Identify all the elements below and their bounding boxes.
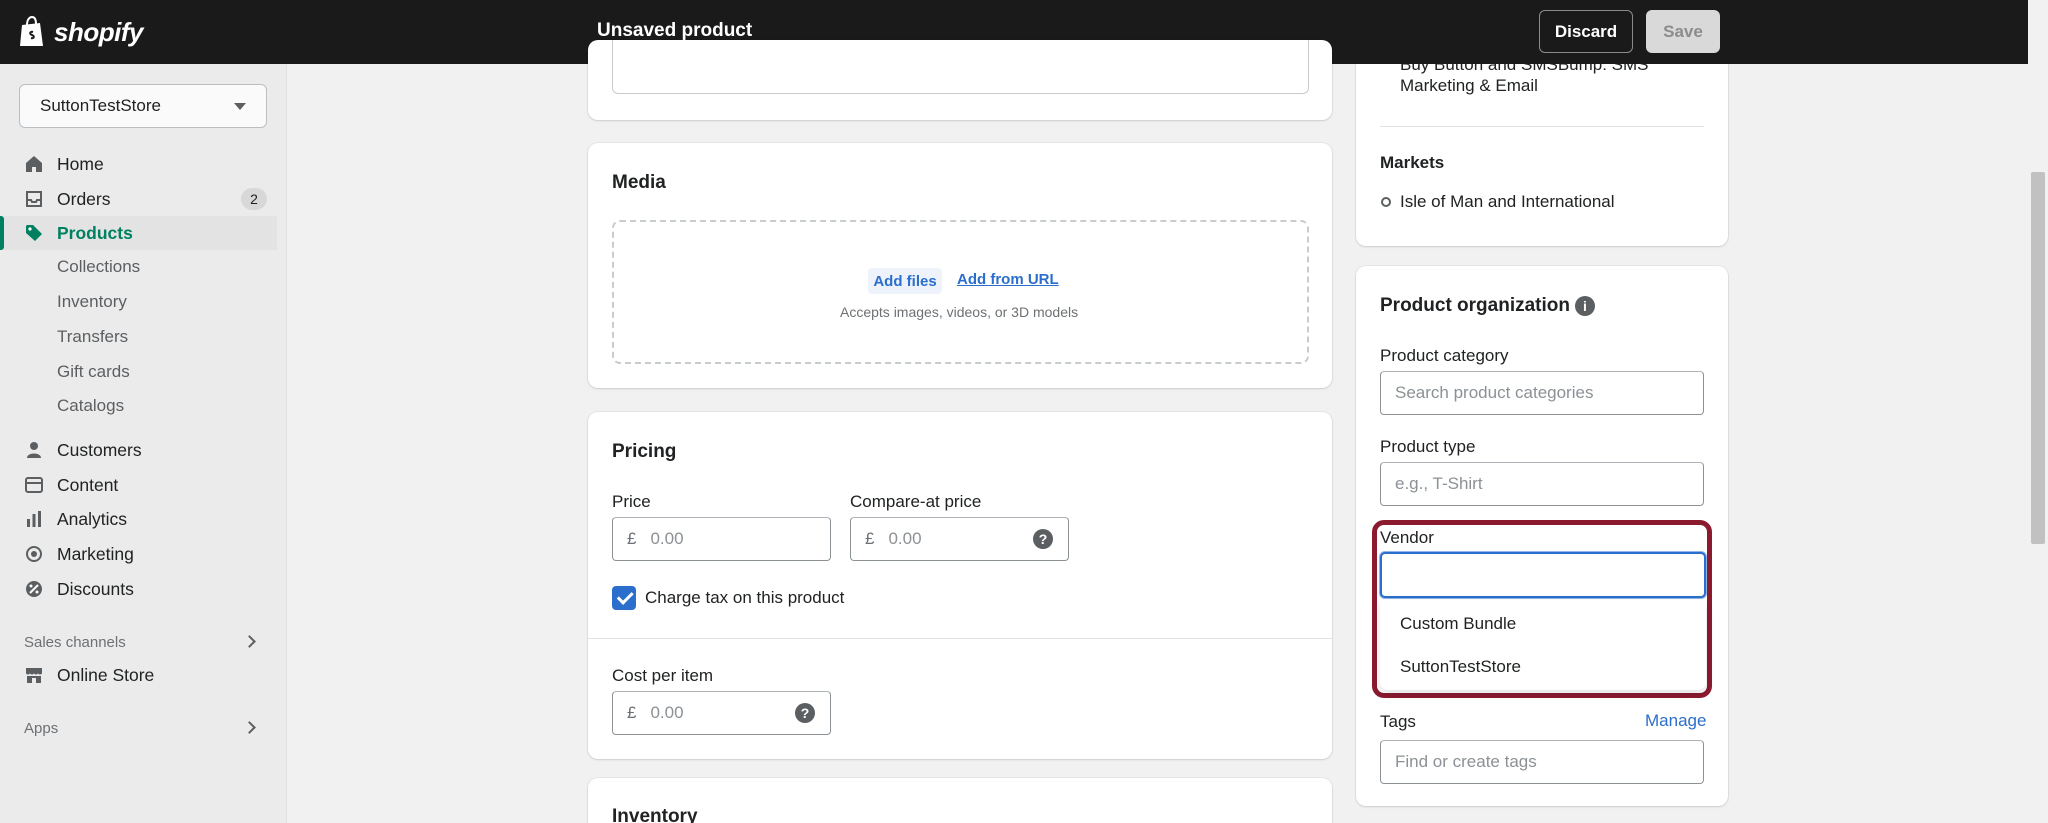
sidebar-item-customers[interactable]: Customers — [0, 433, 277, 467]
apps-label[interactable]: Apps — [24, 720, 58, 737]
vendor-option-suttonteststore[interactable]: SuttonTestStore — [1400, 657, 1521, 677]
sidebar-item-home[interactable]: Home — [0, 147, 277, 181]
store-icon — [26, 668, 42, 683]
product-type-input[interactable]: e.g., T-Shirt — [1380, 462, 1704, 506]
discard-button[interactable]: Discard — [1539, 10, 1633, 53]
media-title: Media — [612, 172, 666, 193]
product-category-label: Product category — [1380, 346, 1509, 365]
tags-label: Tags — [1380, 712, 1416, 731]
vendor-option-custom-bundle[interactable]: Custom Bundle — [1400, 614, 1516, 634]
price-label: Price — [612, 492, 651, 511]
shopify-bag-icon — [20, 16, 43, 46]
cost-placeholder: 0.00 — [650, 703, 684, 722]
sidebar: SuttonTestStore Home Orders 2 Products C… — [0, 64, 287, 823]
currency-symbol: £ — [627, 529, 637, 548]
orders-icon — [26, 191, 42, 207]
market-item: Isle of Man and International — [1400, 192, 1615, 211]
sidebar-item-label: Orders — [57, 188, 111, 209]
store-name: SuttonTestStore — [40, 96, 161, 115]
pricing-title: Pricing — [612, 441, 677, 462]
page-title: Unsaved product — [597, 20, 753, 41]
bullet-ring-icon — [1381, 197, 1391, 207]
divider — [588, 638, 1332, 639]
vendor-label: Vendor — [1380, 528, 1434, 547]
brand-name: shopify — [54, 16, 143, 47]
media-dropzone[interactable] — [612, 220, 1309, 364]
inventory-title: Inventory — [612, 806, 698, 823]
manage-tags-link[interactable]: Manage — [1645, 711, 1706, 731]
shopify-logo[interactable]: shopify — [18, 14, 143, 50]
product-organization-title: Product organization — [1380, 295, 1570, 316]
content-icon — [25, 477, 43, 493]
target-icon — [26, 546, 42, 562]
cost-per-item-label: Cost per item — [612, 666, 714, 685]
description-editor[interactable] — [612, 40, 1309, 94]
chevron-right-icon[interactable] — [243, 721, 256, 734]
chevron-right-icon[interactable] — [243, 635, 256, 648]
type-placeholder: e.g., T-Shirt — [1395, 474, 1483, 493]
inventory-card — [588, 778, 1332, 823]
sidebar-item-label: Products — [57, 222, 133, 243]
sidebar-subitem-transfers[interactable]: Transfers — [57, 327, 128, 347]
sidebar-item-label: Home — [57, 153, 104, 174]
add-files-button[interactable]: Add files — [868, 268, 942, 294]
product-type-label: Product type — [1380, 437, 1476, 456]
vendor-dropdown: Custom Bundle SuttonTestStore — [1380, 600, 1706, 690]
charge-tax-label[interactable]: Charge tax on this product — [645, 588, 844, 608]
sales-channel-text-line2: Marketing & Email — [1400, 76, 1538, 95]
price-placeholder: 0.00 — [650, 529, 684, 548]
charge-tax-checkbox[interactable] — [612, 586, 636, 610]
sidebar-item-discounts[interactable]: Discounts — [0, 572, 277, 606]
bar-chart-icon — [27, 511, 41, 527]
divider — [1380, 126, 1704, 127]
category-placeholder: Search product categories — [1395, 383, 1594, 402]
sidebar-item-label: Discounts — [57, 578, 134, 599]
tags-input[interactable]: Find or create tags — [1380, 740, 1704, 784]
compare-at-price-label: Compare-at price — [850, 492, 982, 511]
page-scrollbar-thumb[interactable] — [2031, 172, 2045, 544]
sidebar-item-orders[interactable]: Orders 2 — [0, 182, 277, 216]
sidebar-item-label: Marketing — [57, 543, 134, 564]
tag-icon — [26, 225, 42, 241]
discount-icon — [26, 581, 42, 597]
sidebar-item-label: Analytics — [57, 508, 128, 529]
sidebar-item-analytics[interactable]: Analytics — [0, 502, 277, 536]
sidebar-subitem-catalogs[interactable]: Catalogs — [57, 396, 124, 416]
caret-down-icon — [234, 103, 246, 110]
person-icon — [27, 442, 41, 458]
sales-channels-label: Sales channels — [24, 634, 126, 651]
help-icon[interactable]: ? — [795, 703, 815, 723]
info-icon[interactable]: i — [1575, 296, 1595, 316]
tags-placeholder: Find or create tags — [1395, 752, 1537, 771]
sidebar-subitem-inventory[interactable]: Inventory — [57, 292, 127, 312]
vendor-input[interactable] — [1380, 552, 1706, 598]
sidebar-item-label: Content — [57, 474, 119, 495]
help-icon[interactable]: ? — [1033, 529, 1053, 549]
sidebar-item-marketing[interactable]: Marketing — [0, 537, 277, 571]
save-button[interactable]: Save — [1646, 10, 1720, 53]
sidebar-item-label: Customers — [57, 439, 142, 460]
sidebar-subitem-collections[interactable]: Collections — [57, 257, 140, 277]
home-icon — [26, 156, 42, 172]
sidebar-subitem-gift-cards[interactable]: Gift cards — [57, 362, 130, 382]
product-category-input[interactable]: Search product categories — [1380, 371, 1704, 415]
price-input[interactable]: £ 0.00 — [612, 517, 831, 561]
currency-symbol: £ — [865, 529, 875, 548]
sidebar-item-content[interactable]: Content — [0, 468, 277, 502]
sidebar-item-products[interactable]: Products — [0, 216, 277, 250]
store-selector[interactable]: SuttonTestStore — [19, 84, 267, 128]
sidebar-item-online-store[interactable]: Online Store — [0, 658, 277, 692]
media-accepts-hint: Accepts images, videos, or 3D models — [840, 304, 1079, 320]
sidebar-item-label: Online Store — [57, 664, 155, 685]
orders-count-badge: 2 — [241, 188, 267, 210]
currency-symbol: £ — [627, 703, 637, 722]
add-from-url-link[interactable]: Add from URL — [957, 271, 1059, 288]
markets-title: Markets — [1380, 153, 1445, 172]
compare-placeholder: 0.00 — [888, 529, 922, 548]
